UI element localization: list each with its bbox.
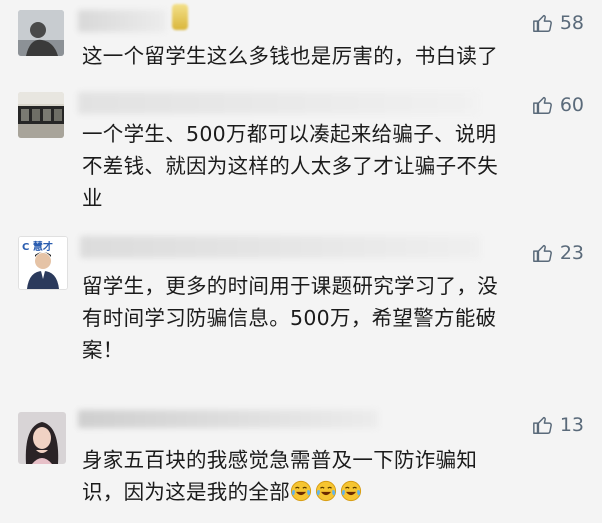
username-blurred[interactable]: [78, 410, 378, 428]
comment-line: 身家五百块的我感觉急需普及一下防诈骗知: [82, 448, 478, 472]
comment-text: 这一个留学生这么多钱也是厉害的，书白读了: [82, 40, 580, 72]
username-blurred[interactable]: [80, 236, 480, 258]
like-button[interactable]: 58: [532, 12, 584, 34]
like-button[interactable]: 13: [532, 414, 584, 436]
badge-icon: [172, 4, 188, 30]
comment-line-with-emoji: 识，因为这是我的全部: [82, 476, 580, 508]
like-button[interactable]: 23: [532, 242, 584, 264]
crying-laughing-emoji-icon: [340, 480, 362, 502]
comment-line: 不差钱、就因为这样的人太多了才让骗子不失: [82, 154, 498, 178]
like-count: 23: [559, 242, 584, 264]
thumbs-up-icon: [532, 416, 552, 434]
avatar-person-icon[interactable]: [18, 10, 64, 56]
comment-line: 案！: [82, 338, 124, 362]
comment-line: 这一个留学生这么多钱也是厉害的，书白读了: [82, 44, 498, 68]
comment-line: 识，因为这是我的全部: [82, 480, 290, 504]
avatar-storefront-icon[interactable]: [18, 92, 64, 138]
comment-text: 一个学生、500万都可以凑起来给骗子、说明 不差钱、就因为这样的人太多了才让骗子…: [82, 118, 580, 214]
comment-item: 60 一个学生、500万都可以凑起来给骗子、说明 不差钱、就因为这样的人太多了才…: [0, 82, 602, 222]
comment-feed: 58 这一个留学生这么多钱也是厉害的，书白读了 60 一个学生、500万都可以凑…: [0, 0, 602, 523]
like-button[interactable]: 60: [532, 94, 584, 116]
comment-item: 13 身家五百块的我感觉急需普及一下防诈骗知 识，因为这是我的全部: [0, 400, 602, 523]
like-count: 58: [559, 12, 584, 34]
comment-text: 留学生，更多的时间用于课题研究学习了，没 有时间学习防骗信息。500万，希望警方…: [82, 270, 580, 366]
crying-laughing-emoji-icon: [315, 480, 337, 502]
username-blurred[interactable]: [78, 92, 478, 114]
comment-line: 有时间学习防骗信息。500万，希望警方能破: [82, 306, 497, 330]
thumbs-up-icon: [532, 96, 552, 114]
comment-line: 一个学生、500万都可以凑起来给骗子、说明: [82, 122, 497, 146]
like-count: 60: [559, 94, 584, 116]
comment-item: 58 这一个留学生这么多钱也是厉害的，书白读了: [0, 0, 602, 82]
avatar-woman-icon[interactable]: [18, 412, 66, 464]
comment-line: 留学生，更多的时间用于课题研究学习了，没: [82, 274, 498, 298]
like-count: 13: [559, 414, 584, 436]
thumbs-up-icon: [532, 14, 552, 32]
avatar-man-suit-icon[interactable]: C 慧才: [18, 236, 68, 290]
comment-line: 业: [82, 186, 103, 210]
thumbs-up-icon: [532, 244, 552, 262]
comment-item: C 慧才 23 留学生，更多的时间用于课题研究学习了，没 有时间学习防骗信息。5…: [0, 222, 602, 386]
crying-laughing-emoji-icon: [290, 480, 312, 502]
username-blurred[interactable]: [78, 10, 166, 32]
comment-text: 身家五百块的我感觉急需普及一下防诈骗知 识，因为这是我的全部: [82, 444, 580, 508]
avatar-badge-text: C 慧才: [22, 242, 53, 253]
